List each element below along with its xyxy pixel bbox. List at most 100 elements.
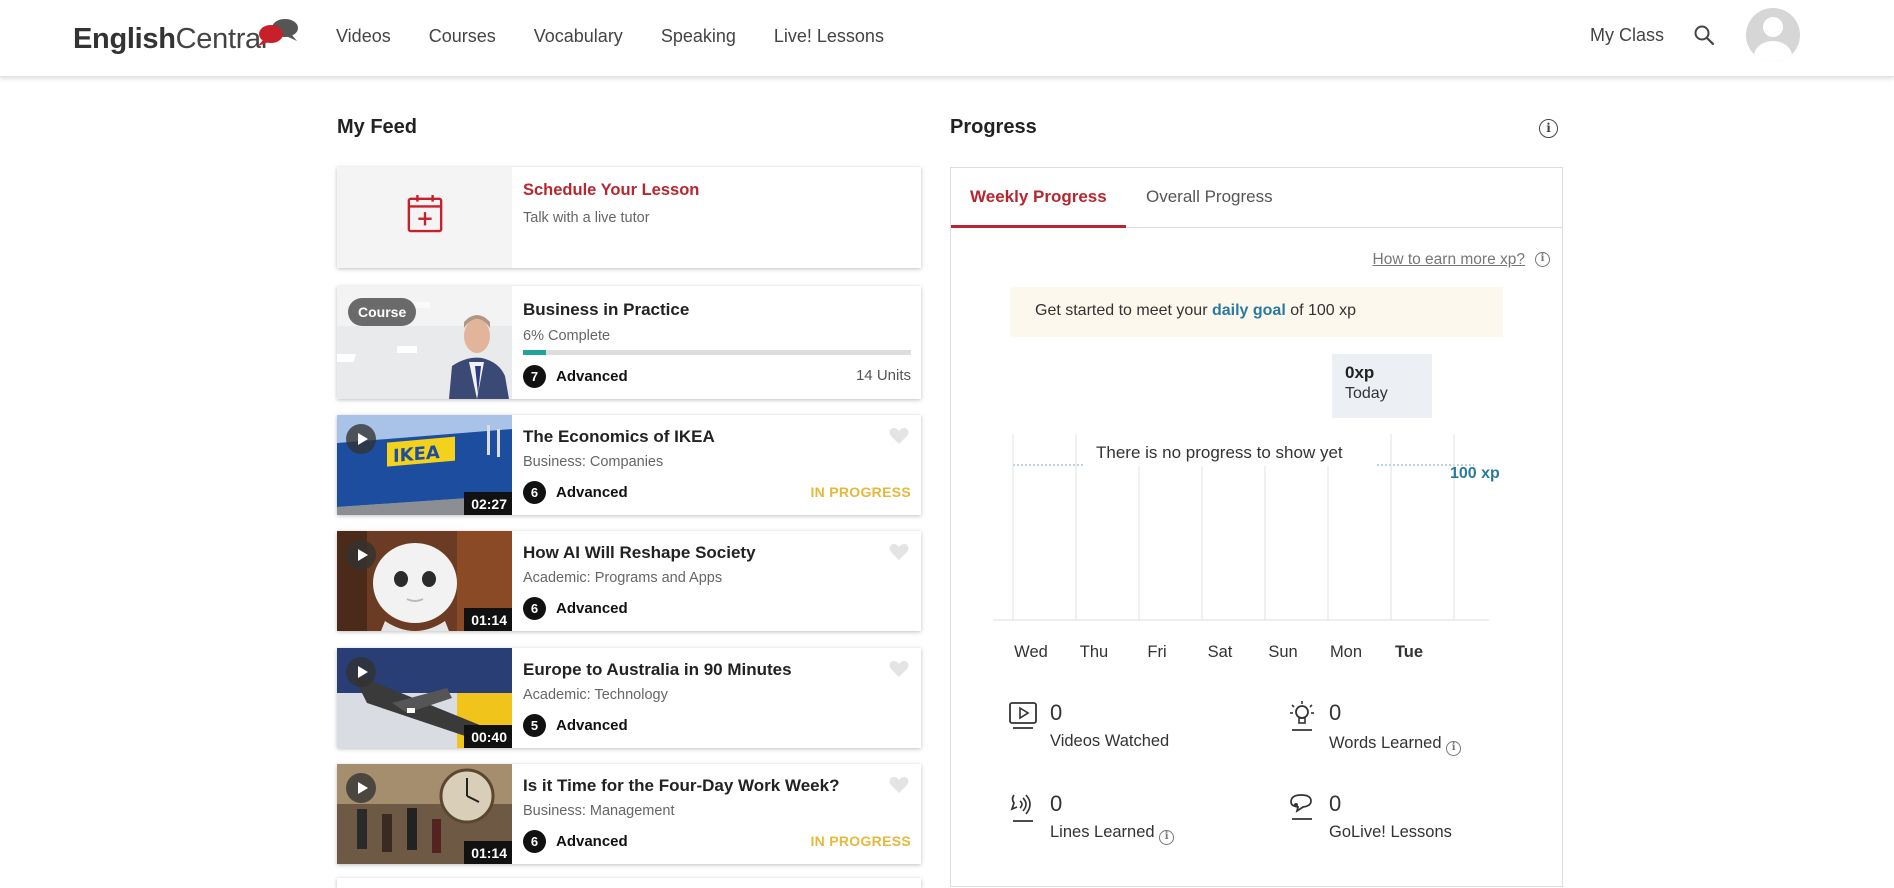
search-icon[interactable] (1692, 23, 1716, 47)
nav-courses[interactable]: Courses (429, 24, 496, 48)
video-duration: 01:14 (464, 841, 512, 864)
video-duration: 01:14 (464, 608, 512, 631)
today-tooltip: 0xp Today (1332, 354, 1432, 418)
weekly-xp-chart: There is no progress to show yet 100 xp … (993, 434, 1500, 661)
schedule-title[interactable]: Schedule Your Lesson (523, 181, 699, 200)
course-badge: Course (348, 298, 417, 326)
info-icon[interactable]: i (1539, 119, 1558, 138)
level-label: Advanced (556, 833, 628, 850)
nav-live-lessons[interactable]: Live! Lessons (774, 24, 884, 48)
level-number: 5 (523, 714, 546, 737)
level-number: 6 (523, 830, 546, 853)
calendar-add-icon (407, 195, 443, 233)
stat-value: 0 (1329, 791, 1342, 816)
video-duration: 02:27 (464, 492, 512, 515)
play-icon[interactable] (346, 657, 376, 687)
x-tick-label: Tue (1395, 643, 1423, 661)
level-number: 6 (523, 597, 546, 620)
heart-icon[interactable] (889, 543, 909, 561)
nav-vocabulary[interactable]: Vocabulary (534, 24, 623, 48)
video-title[interactable]: Is it Time for the Four-Day Work Week? (523, 776, 839, 796)
info-icon[interactable]: i (1446, 741, 1462, 756)
stat-label: Words Learned i (1329, 734, 1462, 756)
video-level: 5 Advanced (523, 714, 628, 737)
video-title[interactable]: The Economics of IKEA (523, 427, 715, 447)
course-progress-text: 6% Complete (523, 328, 611, 344)
x-tick-label: Wed (1014, 643, 1048, 661)
play-icon[interactable] (346, 424, 376, 454)
x-tick-label: Sun (1268, 643, 1297, 661)
logo-speech-bubble-icon (258, 19, 298, 46)
video-icon (1009, 702, 1037, 729)
video-category: Academic: Programs and Apps (523, 570, 723, 586)
my-class-link[interactable]: My Class (1590, 25, 1664, 46)
feed-title: My Feed (337, 116, 418, 138)
video-level: 6 Advanced (523, 830, 628, 853)
empty-chart-message: There is no progress to show yet (1096, 443, 1343, 462)
play-icon[interactable] (346, 773, 376, 803)
daily-goal-banner: Get started to meet your daily goal of 1… (1010, 287, 1503, 337)
stat-label: Lines Learned i (1050, 823, 1175, 845)
stat-value: 0 (1050, 791, 1063, 816)
videos-watched-stat: 0 Videos Watched (1008, 700, 1248, 756)
course-progress-bar (523, 350, 911, 355)
englishcentral-logo[interactable]: English Central (73, 19, 298, 56)
video-category: Academic: Technology (523, 687, 668, 703)
main-nav: Videos Courses Vocabulary Speaking Live!… (336, 24, 922, 48)
info-icon[interactable]: i (1159, 830, 1175, 845)
stat-label: GoLive! Lessons (1329, 823, 1452, 841)
heart-icon[interactable] (889, 776, 909, 794)
daily-goal-link[interactable]: daily goal (1212, 302, 1286, 319)
heart-icon[interactable] (889, 427, 909, 445)
video-thumbnail: 01:14 (337, 531, 512, 631)
x-tick-label: Fri (1147, 643, 1166, 661)
lines-learned-stat: 0 Lines Learned i (1008, 791, 1248, 847)
level-label: Advanced (556, 600, 628, 617)
status-badge: IN PROGRESS (810, 833, 911, 849)
course-title[interactable]: Business in Practice (523, 300, 689, 320)
stat-value: 0 (1329, 700, 1342, 725)
video-card[interactable]: 00:40 Europe to Australia in 90 Minutes … (337, 648, 921, 748)
video-thumbnail: 00:40 (337, 648, 512, 748)
level-number: 6 (523, 481, 546, 504)
heart-icon[interactable] (889, 660, 909, 678)
schedule-lesson-card[interactable]: Schedule Your Lesson Talk with a live tu… (337, 167, 921, 268)
play-icon[interactable] (346, 540, 376, 570)
schedule-thumb (337, 167, 512, 268)
info-icon[interactable]: i (1535, 252, 1550, 267)
nav-videos[interactable]: Videos (336, 24, 391, 48)
nav-speaking[interactable]: Speaking (661, 24, 736, 48)
video-card[interactable]: 01:14 Is it Time for the Four-Day Work W… (337, 764, 921, 864)
video-title[interactable]: Europe to Australia in 90 Minutes (523, 660, 792, 680)
earn-xp-link[interactable]: How to earn more xp? (1373, 251, 1526, 269)
today-xp: 0xp (1345, 363, 1375, 382)
level-number: 7 (523, 365, 546, 388)
video-level: 6 Advanced (523, 597, 628, 620)
video-card[interactable]: IKEA 02:27 The Economics of IKEA Busines… (337, 415, 921, 515)
avatar-icon[interactable] (1746, 8, 1800, 62)
level-label: Advanced (556, 717, 628, 734)
course-thumbnail: Course (337, 286, 512, 399)
video-thumbnail: 01:14 (337, 764, 512, 864)
video-title[interactable]: How AI Will Reshape Society (523, 543, 756, 563)
course-card[interactable]: Course Business in Practice 6% Complete … (337, 286, 921, 399)
video-card[interactable]: 01:14 How AI Will Reshape Society Academ… (337, 531, 921, 631)
course-progress-fill (523, 350, 547, 355)
x-tick-label: Mon (1330, 643, 1362, 661)
level-label: Advanced (556, 368, 628, 385)
stat-label: Videos Watched (1050, 732, 1170, 750)
x-tick-label: Sat (1208, 643, 1233, 661)
schedule-subtitle: Talk with a live tutor (523, 210, 650, 226)
stat-value: 0 (1050, 700, 1063, 725)
level-label: Advanced (556, 484, 628, 501)
today-label: Today (1345, 385, 1388, 402)
progress-tabs: Weekly Progress Overall Progress (951, 168, 1562, 228)
tab-overall-progress[interactable]: Overall Progress (1146, 187, 1273, 207)
video-category: Business: Management (523, 803, 675, 819)
words-learned-stat: 0 Words Learned i (1287, 700, 1527, 756)
chat-icon (1290, 794, 1312, 820)
status-badge: IN PROGRESS (810, 484, 911, 500)
tab-weekly-progress[interactable]: Weekly Progress (970, 187, 1107, 207)
course-level: 7 Advanced (523, 365, 628, 388)
video-level: 6 Advanced (523, 481, 628, 504)
